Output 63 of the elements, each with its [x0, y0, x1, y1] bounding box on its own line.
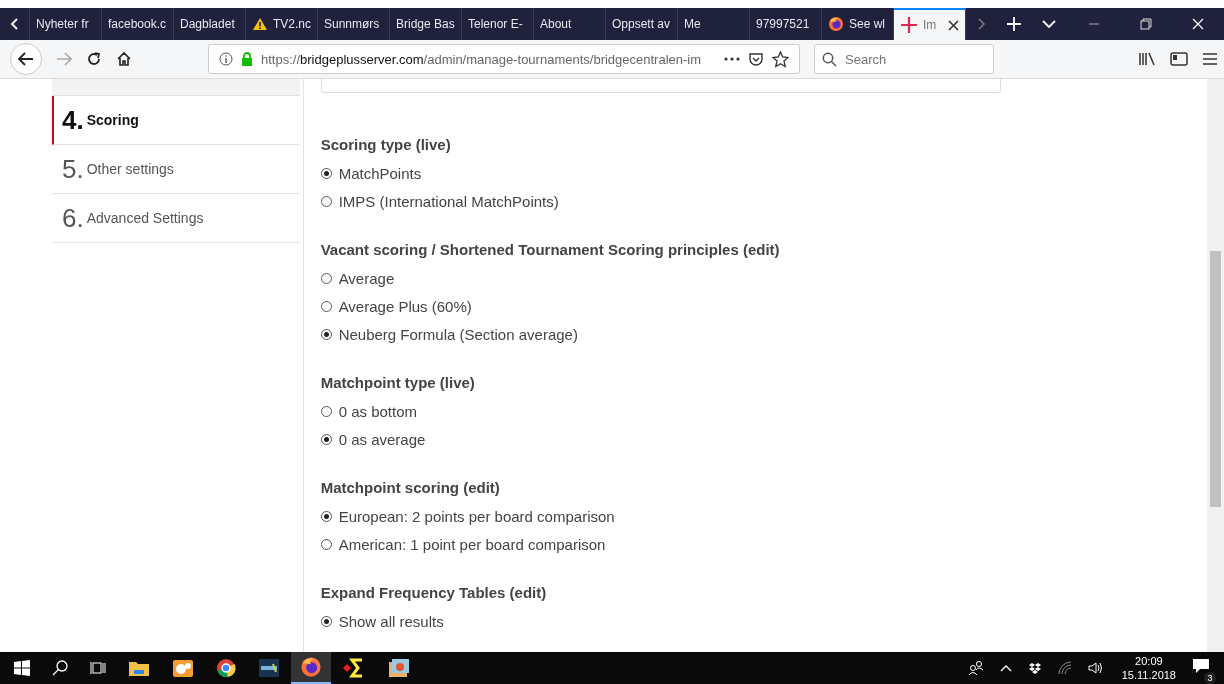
- option-label: European: 2 points per board comparison: [338, 507, 615, 525]
- game-app-icon[interactable]: [258, 658, 280, 678]
- chevron-right-icon[interactable]: [976, 17, 986, 31]
- chevron-left-icon: [9, 17, 20, 31]
- clock-time[interactable]: 20:09: [1135, 654, 1163, 668]
- search-field[interactable]: Search: [814, 44, 994, 74]
- dropbox-icon[interactable]: [1027, 662, 1042, 674]
- section-heading: Vacant scoring / Shortened Tournament Scoring principles (edit): [320, 240, 781, 260]
- section-heading: Matchpoint type (live): [320, 373, 476, 393]
- restore-icon[interactable]: [1140, 18, 1152, 30]
- address-bar[interactable]: https://bridgeplusserver.com/admin/manage-tournaments/bridgecentralen-im: [208, 44, 800, 74]
- star-icon[interactable]: [772, 50, 789, 68]
- clock-date[interactable]: 15.11.2018: [1121, 668, 1176, 682]
- speaker-icon[interactable]: [1087, 661, 1104, 675]
- padlock-icon: [241, 52, 253, 66]
- pocket-icon[interactable]: [748, 51, 764, 67]
- chrome-icon[interactable]: [216, 658, 236, 678]
- task-view-icon[interactable]: [90, 660, 106, 676]
- wifi-icon[interactable]: [1057, 661, 1072, 675]
- reload-icon[interactable]: [86, 51, 102, 67]
- section-heading: Scoring type (live): [320, 135, 452, 155]
- browser-tab[interactable]: Im: [894, 8, 966, 40]
- option-label: MatchPoints: [338, 164, 422, 182]
- option-label: 0 as average: [338, 430, 426, 448]
- option-label: 0 as bottom: [338, 402, 418, 420]
- close-icon[interactable]: [948, 19, 959, 31]
- home-icon[interactable]: [116, 51, 132, 67]
- scrollbar-thumb[interactable]: [1210, 251, 1221, 507]
- search-icon: [822, 52, 837, 67]
- option-label: IMPS (International MatchPoints): [338, 192, 559, 210]
- new-tab-icon[interactable]: [1006, 16, 1022, 32]
- notification-icon[interactable]: [1192, 658, 1210, 674]
- section-heading: Matchpoint scoring (edit): [320, 478, 501, 498]
- more-icon[interactable]: [724, 57, 740, 61]
- firefox-taskbar-button[interactable]: [291, 652, 331, 684]
- option-label: American: 1 point per board comparison: [338, 535, 606, 553]
- option-label: Neuberg Formula (Section average): [338, 325, 578, 343]
- search-icon[interactable]: [52, 660, 68, 676]
- chevron-down-icon[interactable]: [1042, 19, 1056, 29]
- section-heading: Expand Frequency Tables (edit): [320, 583, 548, 603]
- scrollbar[interactable]: [1207, 79, 1224, 652]
- calendar-app-icon[interactable]: [172, 658, 194, 678]
- arrow-left-icon: [18, 52, 34, 66]
- people-icon[interactable]: [967, 660, 984, 676]
- notification-count: 3: [1204, 672, 1216, 684]
- option-label: Average: [338, 269, 395, 287]
- sidebar-icon[interactable]: [1170, 51, 1188, 67]
- warning-icon: [252, 17, 268, 31]
- option-label: Average Plus (60%): [338, 297, 472, 315]
- menu-icon[interactable]: [1202, 52, 1218, 66]
- info-icon[interactable]: [219, 52, 233, 66]
- chevron-up-icon[interactable]: [999, 664, 1012, 672]
- back-button[interactable]: [10, 43, 42, 75]
- text-field[interactable]: [320, 79, 1001, 93]
- folder-icon[interactable]: [128, 659, 150, 677]
- firefox-icon: [300, 656, 322, 678]
- firefox-icon: [828, 16, 844, 32]
- plus-icon: [900, 16, 918, 34]
- library-icon[interactable]: [1138, 51, 1156, 67]
- url-text: https://bridgeplusserver.com/admin/manage-tournaments/bridgecentralen-im: [261, 51, 702, 67]
- windows-start-icon[interactable]: [14, 660, 30, 676]
- photo-app-icon[interactable]: [388, 658, 410, 678]
- option-label: Show all results: [338, 612, 444, 630]
